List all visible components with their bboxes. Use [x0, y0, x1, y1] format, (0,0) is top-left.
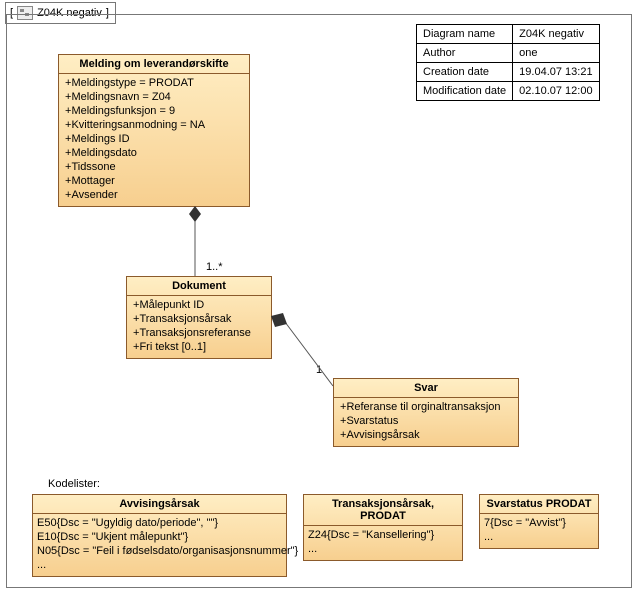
table-row: Author one	[417, 44, 600, 63]
codelist-body: 7{Dsc = "Avvist"} ...	[480, 514, 598, 548]
class-attrs: Målepunkt ID Transaksjonsårsak Transaksj…	[127, 296, 271, 358]
attr: Svarstatus	[340, 414, 512, 428]
meta-val: Z04K negativ	[513, 25, 599, 44]
attr: Tidssone	[65, 160, 243, 174]
codelist-title: Avvisingsårsak	[33, 495, 286, 514]
table-row: Diagram name Z04K negativ	[417, 25, 600, 44]
attr: Mottager	[65, 174, 243, 188]
table-row: Creation date 19.04.07 13:21	[417, 63, 600, 82]
attr: Meldingsnavn = Z04	[65, 90, 243, 104]
meta-val: one	[513, 44, 599, 63]
meta-key: Modification date	[417, 82, 513, 101]
class-dokument: Dokument Målepunkt ID Transaksjonsårsak …	[126, 276, 272, 359]
attr: Avvisingsårsak	[340, 428, 512, 442]
class-svar: Svar Referanse til orginaltransaksjon Sv…	[333, 378, 519, 447]
class-title: Dokument	[127, 277, 271, 296]
attr: Transaksjonsårsak	[133, 312, 265, 326]
metadata-table: Diagram name Z04K negativ Author one Cre…	[416, 24, 600, 101]
codelist-title: Transaksjonsårsak, PRODAT	[304, 495, 462, 526]
class-attrs: Meldingstype = PRODAT Meldingsnavn = Z04…	[59, 74, 249, 206]
meta-key: Creation date	[417, 63, 513, 82]
codelists-heading: Kodelister:	[48, 478, 100, 490]
meta-val: 19.04.07 13:21	[513, 63, 599, 82]
codelist-avvisingsarsak: Avvisingsårsak E50{Dsc = "Ugyldig dato/p…	[32, 494, 287, 577]
attr: Meldingsfunksjon = 9	[65, 104, 243, 118]
codelist-body: Z24{Dsc = "Kansellering"} ...	[304, 526, 462, 560]
class-attrs: Referanse til orginaltransaksjon Svarsta…	[334, 398, 518, 446]
meta-key: Diagram name	[417, 25, 513, 44]
attr: Målepunkt ID	[133, 298, 265, 312]
codelist-body: E50{Dsc = "Ugyldig dato/periode", ""} E1…	[33, 514, 286, 576]
attr: Meldings ID	[65, 132, 243, 146]
class-title: Melding om leverandørskifte	[59, 55, 249, 74]
attr: Avsender	[65, 188, 243, 202]
codelist-title: Svarstatus PRODAT	[480, 495, 598, 514]
attr: Meldingsdato	[65, 146, 243, 160]
multiplicity-label: 1..*	[206, 261, 223, 273]
class-title: Svar	[334, 379, 518, 398]
attr: Fri tekst [0..1]	[133, 340, 265, 354]
codelist-svarstatus: Svarstatus PRODAT 7{Dsc = "Avvist"} ...	[479, 494, 599, 549]
meta-val: 02.10.07 12:00	[513, 82, 599, 101]
attr: Transaksjonsreferanse	[133, 326, 265, 340]
attr: Kvitteringsanmodning = NA	[65, 118, 243, 132]
attr: Referanse til orginaltransaksjon	[340, 400, 512, 414]
codelist-transaksjonsarsak: Transaksjonsårsak, PRODAT Z24{Dsc = "Kan…	[303, 494, 463, 561]
attr: Meldingstype = PRODAT	[65, 76, 243, 90]
multiplicity-label: 1	[316, 364, 322, 376]
meta-key: Author	[417, 44, 513, 63]
table-row: Modification date 02.10.07 12:00	[417, 82, 600, 101]
diagram-canvas: [ Z04K negativ ] Diagram name Z04K negat…	[0, 0, 637, 592]
class-melding: Melding om leverandørskifte Meldingstype…	[58, 54, 250, 207]
